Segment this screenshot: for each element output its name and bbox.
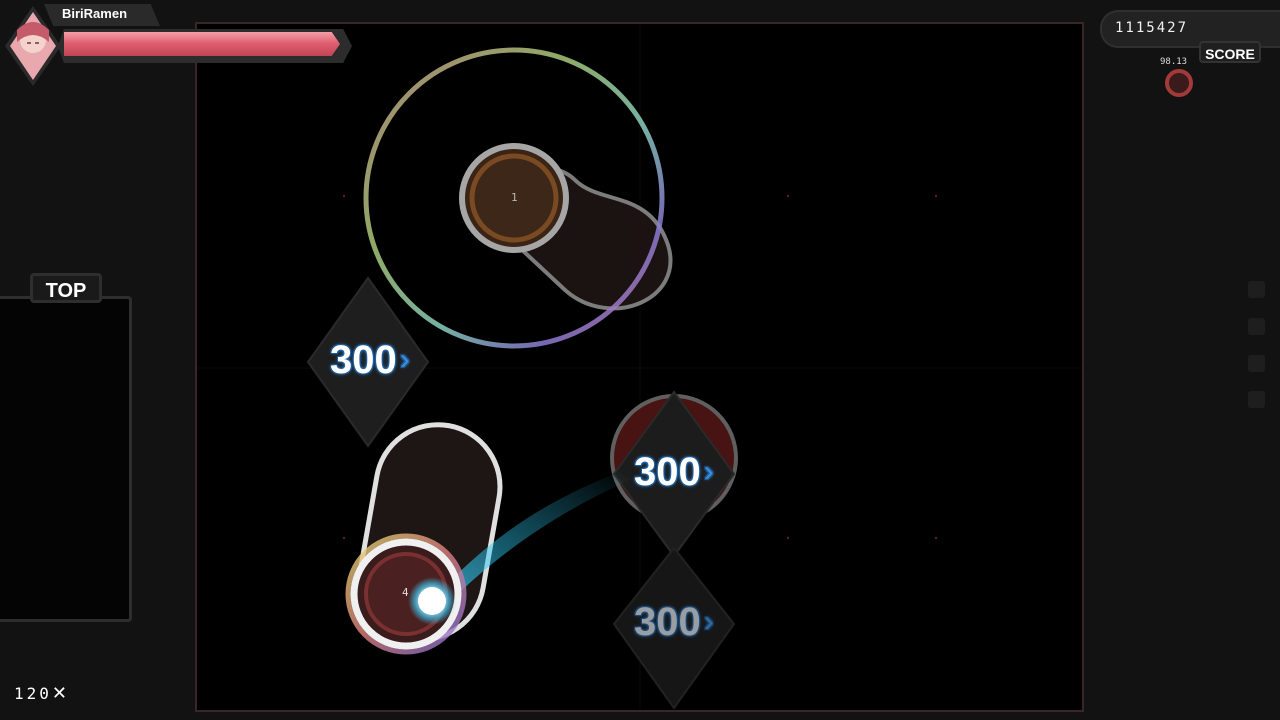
- combo-multiplier-icon: ✕: [51, 683, 70, 704]
- slider-2-combo-number: 4: [402, 586, 409, 599]
- accuracy-pie: [1165, 69, 1193, 97]
- score-value: 1115427: [1115, 20, 1189, 36]
- chevron-right-icon: ›: [703, 455, 714, 488]
- leaderboard-panel[interactable]: [0, 296, 132, 622]
- leaderboard-label: TOP: [30, 273, 102, 303]
- accuracy-value: 98.13: [1160, 57, 1188, 67]
- chevron-right-icon: ›: [399, 343, 410, 376]
- key-counter-m1: [1248, 355, 1265, 372]
- judgement-value: 300: [634, 600, 701, 644]
- key-counter-k1: [1248, 281, 1265, 298]
- score-label: SCORE: [1199, 41, 1261, 63]
- key-counter-k2: [1248, 318, 1265, 335]
- judgement-value: 300: [330, 338, 397, 382]
- key-counter-m2: [1248, 391, 1265, 408]
- slider-2: [345, 422, 630, 655]
- slider-1-combo-number: 1: [511, 191, 518, 204]
- judgement-300-2: 300 ›: [634, 450, 714, 495]
- judgement-300-1: 300 ›: [330, 338, 410, 383]
- judgement-value: 300: [634, 450, 701, 494]
- combo-counter: 120✕: [14, 683, 70, 704]
- slider-1: [363, 47, 673, 349]
- judgement-300-3: 300 ›: [634, 600, 714, 645]
- player-name: BiriRamen: [62, 6, 128, 21]
- health-bar-fill: [64, 32, 340, 56]
- combo-value: 120: [14, 684, 52, 703]
- chevron-right-icon: ›: [703, 605, 714, 638]
